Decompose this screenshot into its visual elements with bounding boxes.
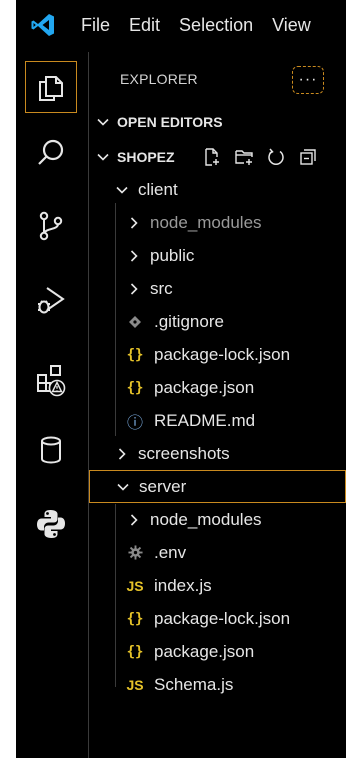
tree-item-label: node_modules — [150, 212, 262, 232]
tree-item[interactable]: .env — [89, 536, 346, 569]
tree-item-label: server — [139, 476, 187, 496]
tree-item[interactable]: {} package-lock.json — [89, 602, 346, 635]
tree-item-label: README.md — [154, 410, 256, 430]
tree-item-label: package.json — [154, 377, 255, 397]
explorer-toolbar — [201, 146, 319, 168]
menu-bar: File Edit Selection View — [81, 15, 330, 36]
js-file-icon: JS — [126, 676, 144, 693]
tree-item[interactable]: public — [89, 239, 346, 272]
project-header[interactable]: SHOPEZ — [95, 144, 175, 170]
chevron-right-icon — [130, 282, 138, 295]
json-file-icon: {} — [126, 346, 144, 363]
tree-item[interactable]: screenshots — [89, 437, 346, 470]
explorer-title: EXPLORER — [120, 71, 198, 87]
python-icon — [37, 510, 65, 538]
more-actions-button[interactable]: ··· — [292, 66, 324, 94]
tree-item[interactable]: {} package.json — [89, 635, 346, 668]
menu-edit[interactable]: Edit — [129, 15, 160, 36]
activity-python[interactable] — [25, 498, 77, 550]
extensions-warning-icon — [37, 365, 66, 397]
tree-item[interactable]: .gitignore — [89, 305, 346, 338]
source-control-icon — [39, 211, 63, 241]
chevron-down-icon — [116, 186, 128, 194]
tree-item-label: client — [138, 179, 178, 199]
refresh-button[interactable] — [265, 146, 287, 168]
activity-bar — [16, 52, 88, 758]
activity-database[interactable] — [25, 424, 77, 476]
vscode-window: File Edit Selection View EXPLORER ··· OP… — [16, 0, 346, 758]
explorer-sidebar: EXPLORER ··· OPEN EDITORS SHOPEZ client … — [88, 52, 346, 758]
new-folder-button[interactable] — [233, 146, 255, 168]
menu-file[interactable]: File — [81, 15, 110, 36]
tree-item[interactable]: node_modules — [89, 206, 346, 239]
json-file-icon: {} — [126, 379, 144, 396]
git-file-icon — [129, 315, 141, 328]
database-icon — [41, 436, 61, 464]
tree-item-label: .env — [154, 542, 187, 562]
vscode-logo-icon — [31, 14, 54, 36]
chevron-right-icon — [130, 249, 138, 262]
tree-item[interactable]: server — [89, 470, 346, 503]
run-debug-icon — [38, 287, 65, 314]
open-editors-header[interactable]: OPEN EDITORS — [95, 109, 223, 135]
chevron-right-icon — [130, 216, 138, 229]
project-name: SHOPEZ — [117, 149, 175, 165]
title-bar: File Edit Selection View — [16, 0, 346, 52]
chevron-right-icon — [118, 447, 126, 460]
tree-item[interactable]: JS Schema.js — [89, 668, 346, 701]
tree-item-label: package.json — [154, 641, 255, 661]
chevron-right-icon — [130, 513, 138, 526]
search-icon — [38, 139, 64, 165]
file-type-icon — [126, 315, 144, 329]
info-icon: ⓘ — [126, 414, 143, 432]
tree-item[interactable]: src — [89, 272, 346, 305]
tree-item[interactable]: ⓘ README.md — [89, 404, 346, 437]
menu-view[interactable]: View — [272, 15, 311, 36]
chevron-down-icon — [97, 153, 109, 161]
gear-icon — [127, 545, 143, 560]
menu-selection[interactable]: Selection — [179, 15, 253, 36]
chevron-down-icon — [97, 118, 109, 126]
collapse-all-icon — [300, 149, 316, 165]
new-folder-icon — [235, 150, 253, 165]
activity-run-debug[interactable] — [25, 274, 77, 326]
tree-item-label: screenshots — [138, 443, 230, 463]
activity-source-control[interactable] — [25, 200, 77, 252]
activity-extensions[interactable] — [25, 354, 77, 406]
chevron-down-icon — [117, 483, 129, 491]
tree-item-label: index.js — [154, 575, 212, 595]
activity-search[interactable] — [25, 127, 77, 179]
tree-item[interactable]: {} package.json — [89, 371, 346, 404]
refresh-icon — [268, 148, 284, 165]
tree-item-label: src — [150, 278, 173, 298]
tree-item-label: package-lock.json — [154, 344, 291, 364]
tree-item-label: Schema.js — [154, 674, 234, 694]
open-editors-label: OPEN EDITORS — [117, 114, 223, 130]
json-file-icon: {} — [126, 643, 144, 660]
tree-item[interactable]: {} package-lock.json — [89, 338, 346, 371]
js-file-icon: JS — [126, 577, 144, 594]
tree-item-label: package-lock.json — [154, 608, 291, 628]
file-type-icon — [126, 545, 144, 560]
tree-item[interactable]: client — [89, 173, 346, 206]
tree-item[interactable]: JS index.js — [89, 569, 346, 602]
tree-item-label: public — [150, 245, 195, 265]
activity-explorer[interactable] — [25, 61, 77, 113]
new-file-icon — [205, 148, 219, 166]
json-file-icon: {} — [126, 610, 144, 627]
collapse-all-button[interactable] — [297, 146, 319, 168]
tree-item-label: node_modules — [150, 509, 262, 529]
new-file-button[interactable] — [201, 146, 223, 168]
explorer-icon — [39, 76, 63, 101]
tree-item[interactable]: node_modules — [89, 503, 346, 536]
tree-item-label: .gitignore — [154, 311, 224, 331]
